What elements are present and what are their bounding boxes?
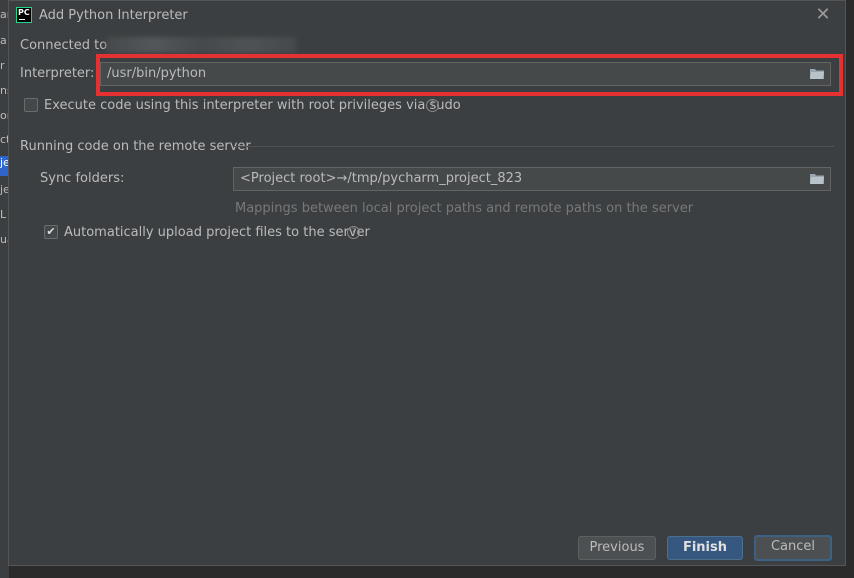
sync-folders-field[interactable]: <Project root>→/tmp/pycharm_project_823 [233,167,831,191]
bg-fragment: L [0,208,7,221]
cancel-button[interactable]: Cancel [754,535,832,561]
add-python-interpreter-dialog: PC Add Python Interpreter ✕ Connected to… [8,0,846,566]
section-divider [233,146,834,147]
pycharm-logo-icon: PC [16,7,32,23]
help-icon[interactable]: ? [347,226,360,239]
bg-fragment: r [0,59,5,72]
previous-button[interactable]: Previous [578,536,656,560]
interpreter-path-value: /usr/bin/python [107,66,207,81]
sync-folders-hint: Mappings between local project paths and… [235,201,694,216]
close-icon[interactable]: ✕ [813,5,833,25]
dialog-titlebar: PC Add Python Interpreter ✕ [9,1,845,31]
interpreter-path-field[interactable]: /usr/bin/python [100,62,831,86]
auto-upload-checkbox[interactable]: ✔ [44,225,58,239]
sudo-checkbox[interactable] [24,98,38,112]
remote-section-title: Running code on the remote server [20,139,251,154]
browse-folder-icon[interactable] [810,173,824,184]
bg-fragment: a [0,34,7,47]
sync-folders-label: Sync folders: [40,171,125,186]
finish-button[interactable]: Finish [667,536,743,560]
help-icon[interactable]: ? [426,99,439,112]
background-ide-bottom [9,566,854,578]
redacted-host [106,37,296,53]
dialog-title: Add Python Interpreter [39,8,188,23]
browse-folder-icon[interactable] [810,68,824,79]
interpreter-label: Interpreter: [20,66,95,81]
sudo-option-label: Execute code using this interpreter with… [44,98,461,113]
auto-upload-label: Automatically upload project files to th… [64,225,370,240]
sync-folders-value: <Project root>→/tmp/pycharm_project_823 [240,171,523,186]
connected-to-label: Connected to [20,38,108,53]
